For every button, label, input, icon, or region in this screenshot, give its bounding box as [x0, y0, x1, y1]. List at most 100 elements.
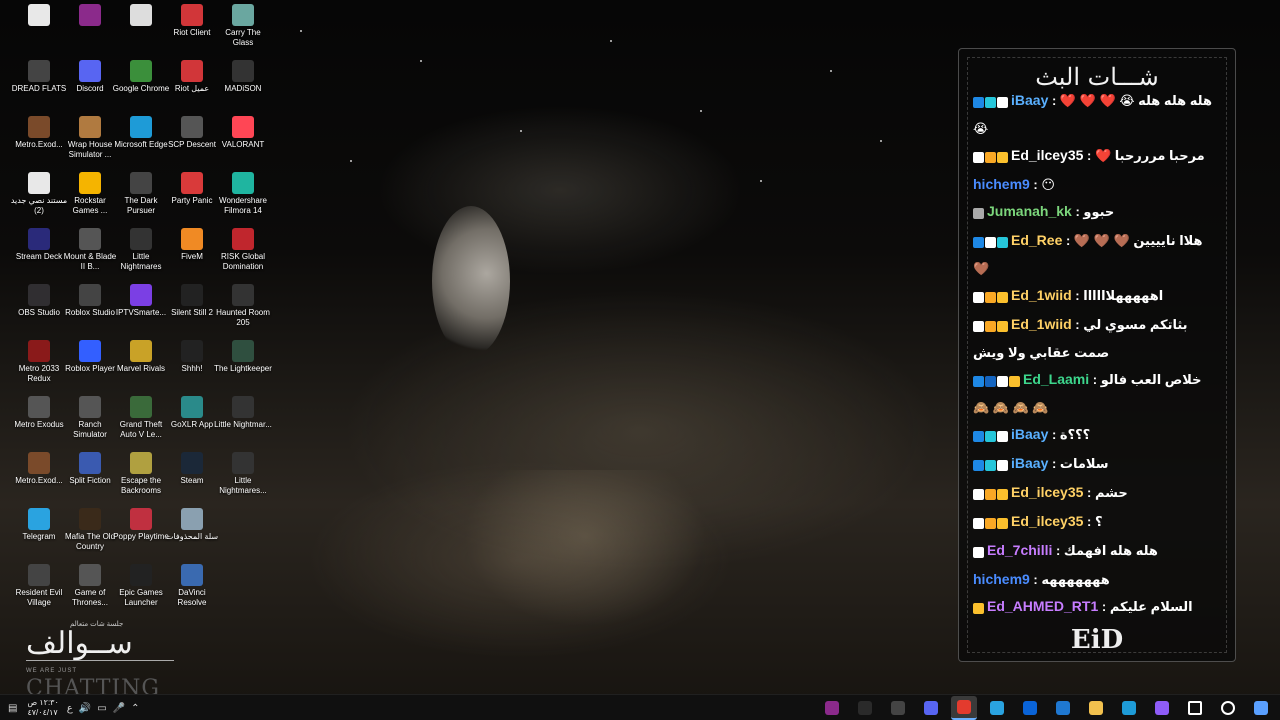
system-tray: ▤ ١٢:٣٠ ص ٤٧/٠٤/١٧ ع 🔊 ▭ 🎤 ⌃ [8, 695, 146, 720]
taskbar-copilot-button[interactable] [1149, 696, 1175, 720]
desktop-icon[interactable]: Microsoft Edge [112, 116, 170, 150]
taskbar-start-button[interactable] [1248, 696, 1274, 720]
desktop-icon[interactable]: SCP Descent [163, 116, 221, 150]
desktop-icon[interactable]: Wrap House Simulator ... [61, 116, 119, 160]
desktop-icon[interactable]: Party Panic [163, 172, 221, 206]
desktop-icon[interactable]: Wondershare Filmora 14 [214, 172, 272, 216]
taskbar-winrar-button[interactable] [819, 696, 845, 720]
badge-icon [997, 459, 1008, 471]
desktop-icon[interactable]: Little Nightmares [112, 228, 170, 272]
desktop-icon[interactable] [61, 4, 119, 28]
taskbar-explorer-button[interactable] [1083, 696, 1109, 720]
desktop-icon[interactable]: Silent Still 2 [163, 284, 221, 318]
taskbar-xbox-button[interactable] [852, 696, 878, 720]
notification-icon[interactable]: ▤ [8, 703, 17, 714]
clock[interactable]: ١٢:٣٠ ص ٤٧/٠٤/١٧ [27, 698, 58, 718]
desktop-icon-label: Microsoft Edge [114, 140, 168, 149]
desktop-icon[interactable]: Roblox Player [61, 340, 119, 374]
desktop-icon[interactable]: FiveM [163, 228, 221, 262]
desktop-icon-label: Metro.Exod... [15, 140, 63, 149]
desktop-icon[interactable]: Rockstar Games ... [61, 172, 119, 216]
desktop-icon[interactable]: Ranch Simulator [61, 396, 119, 440]
desktop-icon[interactable]: Game of Thrones... [61, 564, 119, 608]
desktop-icon-label: OBS Studio [18, 308, 60, 317]
taskbar-obs-button[interactable] [885, 696, 911, 720]
desktop-icon-label: The Dark Pursuer [124, 196, 158, 215]
desktop-icon[interactable]: IPTVSmarte... [112, 284, 170, 318]
desktop-icon[interactable]: Discord [61, 60, 119, 94]
outlook-icon [1023, 701, 1037, 715]
desktop-icon[interactable]: OBS Studio [10, 284, 68, 318]
desktop-icon-label: Epic Games Launcher [119, 588, 163, 607]
chat-message: 🙈 🙈 🙈 🙈 [973, 395, 1221, 421]
desktop-icon[interactable]: Marvel Rivals [112, 340, 170, 374]
desktop-icon[interactable]: Google Chrome [112, 60, 170, 94]
taskbar-outlook-button[interactable] [1017, 696, 1043, 720]
desktop-icon[interactable]: Metro 2033 Redux [10, 340, 68, 384]
taskbar-edge-button[interactable] [1116, 696, 1142, 720]
desktop-icon[interactable]: Epic Games Launcher [112, 564, 170, 608]
desktop-icon[interactable]: GoXLR App [163, 396, 221, 430]
goxlr-icon [181, 396, 203, 418]
desktop-icon-label: Poppy Playtime [113, 532, 169, 541]
game-icon [79, 396, 101, 418]
desktop-icon-label: Ranch Simulator [73, 420, 107, 439]
desktop-icon[interactable]: Little Nightmares... [214, 452, 272, 496]
desktop-icon[interactable] [112, 4, 170, 28]
desktop-icon[interactable]: Mount & Blade II B... [61, 228, 119, 272]
chat-separator: : [1062, 233, 1074, 248]
desktop-icon[interactable]: The Lightkeeper [214, 340, 272, 374]
desktop-icon[interactable]: سلة المحذوفات [163, 508, 221, 542]
desktop-icon[interactable]: مستند نصي جديد (2) [10, 172, 68, 216]
desktop-icon[interactable]: Escape the Backrooms [112, 452, 170, 496]
chat-text: حبوو [1083, 204, 1115, 219]
desktop-icon[interactable]: Riot عميل [163, 60, 221, 94]
desktop-icon[interactable]: Carry The Glass [214, 4, 272, 48]
desktop-icon[interactable]: The Dark Pursuer [112, 172, 170, 216]
network-icon[interactable]: ▭ [97, 703, 106, 714]
desktop-icon[interactable]: DaVinci Resolve [163, 564, 221, 608]
taskbar-chrome-button[interactable] [951, 696, 977, 720]
volume-icon[interactable]: 🔊 [79, 703, 91, 714]
chat-text: اهههههلاااااا [1083, 288, 1164, 303]
taskbar-discord-button[interactable] [918, 696, 944, 720]
desktop-icon[interactable]: Stream Deck [10, 228, 68, 262]
taskbar-telegram-button[interactable] [984, 696, 1010, 720]
desktop-icon[interactable]: Roblox Studio [61, 284, 119, 318]
desktop-icon[interactable]: Split Fiction [61, 452, 119, 486]
chat-message: Ed_Laami : خلاص العب فالو [973, 366, 1221, 395]
desktop-icon[interactable] [10, 4, 68, 28]
desktop-icon[interactable]: Resident Evil Village [10, 564, 68, 608]
language-indicator[interactable]: ع [67, 703, 73, 714]
badge-icon [997, 517, 1008, 529]
desktop-icon[interactable]: Poppy Playtime [112, 508, 170, 542]
desktop-icon[interactable]: Metro.Exod... [10, 452, 68, 486]
game-icon [232, 452, 254, 474]
taskbar-store-button[interactable] [1050, 696, 1076, 720]
desktop-icon[interactable]: RISK Global Domination [214, 228, 272, 272]
desktop-icon[interactable]: Mafia The Old Country [61, 508, 119, 552]
desktop-icon[interactable]: Little Nightmar... [214, 396, 272, 430]
desktop-icon-label: Google Chrome [112, 84, 170, 93]
desktop-icon[interactable]: MADiSON [214, 60, 272, 94]
taskbar-task-view-button[interactable] [1182, 696, 1208, 720]
user-badges [973, 453, 1009, 479]
chevron-up-icon[interactable]: ⌃ [131, 703, 139, 714]
chat-separator: : [1083, 148, 1095, 163]
desktop-icon-label: مستند نصي جديد (2) [10, 196, 68, 215]
chat-text: 😶 [1041, 177, 1055, 192]
taskbar-search-button[interactable] [1215, 696, 1241, 720]
microphone-icon[interactable]: 🎤 [113, 703, 125, 714]
desktop-icon[interactable]: Telegram [10, 508, 68, 542]
rockstar-icon [79, 172, 101, 194]
desktop-icon[interactable]: VALORANT [214, 116, 272, 150]
desktop-icon[interactable]: Metro.Exod... [10, 116, 68, 150]
desktop-icon[interactable]: Haunted Room 205 [214, 284, 272, 328]
desktop-icon[interactable]: Riot Client [163, 4, 221, 38]
desktop-icon-label: Mount & Blade II B... [63, 252, 117, 271]
desktop-icon[interactable]: Steam [163, 452, 221, 486]
desktop-icon[interactable]: DREAD FLATS [10, 60, 68, 94]
desktop-icon[interactable]: Metro Exodus [10, 396, 68, 430]
desktop-icon[interactable]: Grand Theft Auto V Le... [112, 396, 170, 440]
desktop-icon[interactable]: Shhh! [163, 340, 221, 374]
